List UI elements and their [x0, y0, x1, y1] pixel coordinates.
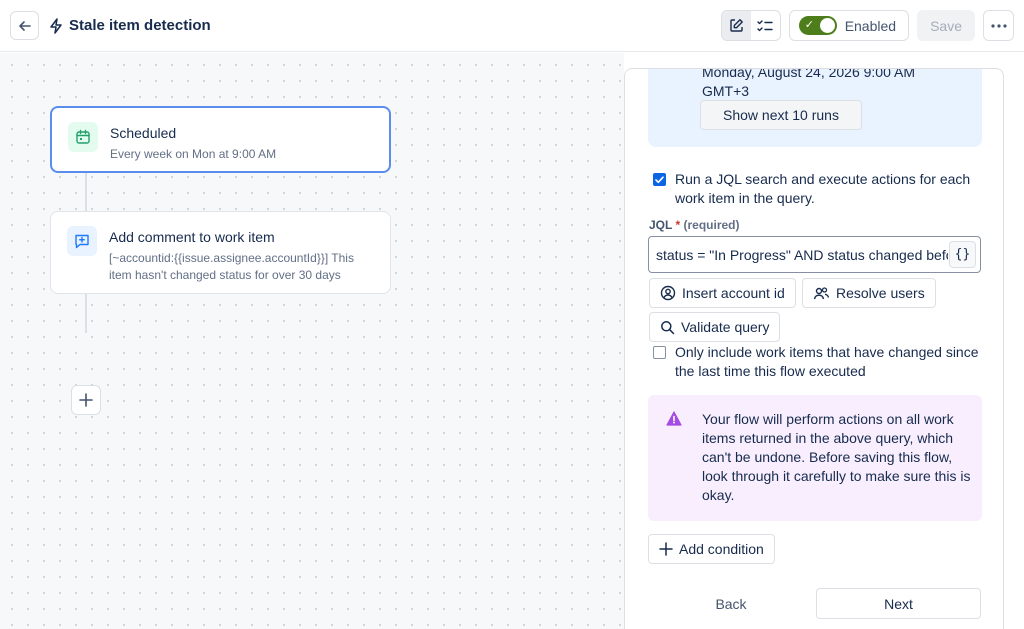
- changed-only-checkbox-row[interactable]: Only include work items that have change…: [653, 343, 980, 381]
- resolve-users-label: Resolve users: [836, 285, 925, 301]
- jql-label-text: JQL: [649, 218, 673, 232]
- add-step-button[interactable]: [71, 385, 101, 415]
- jql-input-value[interactable]: status = "In Progress" AND status change…: [656, 247, 948, 263]
- connector-line: [85, 293, 87, 333]
- checklist-icon: [757, 19, 773, 31]
- node-title: Add comment to work item: [109, 229, 275, 245]
- braces-icon: {}: [954, 247, 971, 262]
- warning-text: Your flow will perform actions on all wo…: [702, 411, 971, 503]
- smart-value-button[interactable]: {}: [949, 241, 976, 268]
- next-run-timezone: GMT+3: [702, 83, 750, 99]
- flow-node-action[interactable]: Add comment to work item [~accountid:{{i…: [50, 211, 391, 294]
- comment-add-icon: [75, 234, 89, 249]
- back-step-button[interactable]: Back: [649, 589, 813, 619]
- edit-icon: [729, 19, 743, 32]
- required-star: *: [675, 218, 681, 232]
- jql-search-checkbox-label: Run a JQL search and execute actions for…: [675, 171, 971, 206]
- schedule-preview-text: Monday, August 24, 2026 9:00 AM GMT+3: [702, 68, 916, 101]
- jql-search-checkbox-row[interactable]: Run a JQL search and execute actions for…: [653, 170, 980, 208]
- add-condition-label: Add condition: [679, 541, 764, 557]
- user-circle-icon: [660, 285, 676, 301]
- schedule-preview: Monday, August 24, 2026 9:00 AM GMT+3 Sh…: [648, 68, 982, 147]
- show-next-runs-button[interactable]: Show next 10 runs: [700, 100, 862, 130]
- insert-account-id-button[interactable]: Insert account id: [649, 278, 796, 308]
- calendar-icon: [76, 129, 90, 144]
- changed-only-checkbox[interactable]: [653, 346, 666, 359]
- edit-view-button[interactable]: [721, 11, 751, 40]
- users-icon: [813, 286, 830, 299]
- more-horizontal-icon: [990, 23, 1007, 28]
- lightning-icon: [50, 17, 62, 34]
- warning-icon: [666, 411, 682, 426]
- node-subtitle: Every week on Mon at 9:00 AM: [110, 147, 277, 161]
- search-icon: [661, 320, 675, 334]
- next-step-button[interactable]: Next: [816, 588, 981, 619]
- insert-account-id-label: Insert account id: [682, 285, 785, 301]
- top-bar: Stale item detection ✓ Enabled Save: [0, 0, 1024, 52]
- title-area: Stale item detection: [49, 17, 211, 34]
- resolve-users-button[interactable]: Resolve users: [802, 278, 936, 308]
- more-options-button[interactable]: [983, 10, 1014, 41]
- jql-field-label: JQL * (required): [649, 218, 740, 232]
- node-subtitle: [~accountid:{{issue.assignee.accountId}}…: [109, 251, 354, 282]
- validate-query-label: Validate query: [681, 319, 770, 335]
- page-title: Stale item detection: [69, 17, 211, 34]
- required-text: (required): [683, 218, 740, 232]
- config-panel: Monday, August 24, 2026 9:00 AM GMT+3 Sh…: [624, 68, 1004, 629]
- toggle-switch[interactable]: ✓: [798, 16, 837, 35]
- checklist-view-button[interactable]: [751, 11, 780, 40]
- arrow-left-icon: [18, 20, 31, 31]
- save-button[interactable]: Save: [917, 10, 975, 41]
- changed-only-checkbox-label: Only include work items that have change…: [675, 344, 979, 379]
- node-icon-box: [68, 122, 98, 152]
- flow-node-trigger[interactable]: Scheduled Every week on Mon at 9:00 AM: [50, 106, 391, 173]
- plus-icon: [659, 542, 673, 556]
- add-condition-button[interactable]: Add condition: [648, 534, 775, 564]
- node-title: Scheduled: [110, 125, 177, 141]
- node-icon-box: [67, 226, 97, 256]
- view-toggle: [720, 10, 781, 41]
- warning-banner: Your flow will perform actions on all wo…: [648, 395, 982, 521]
- connector-line: [85, 173, 87, 211]
- jql-input[interactable]: status = "In Progress" AND status change…: [648, 236, 981, 273]
- check-icon: ✓: [804, 19, 814, 31]
- jql-search-checkbox[interactable]: [653, 173, 666, 186]
- back-button[interactable]: [10, 11, 39, 40]
- enabled-toggle[interactable]: ✓ Enabled: [788, 10, 910, 41]
- check-icon: [655, 175, 664, 183]
- next-run-date: Monday, August 24, 2026 9:00 AM: [702, 68, 916, 80]
- enabled-label: Enabled: [844, 17, 897, 34]
- plus-icon: [79, 393, 93, 407]
- validate-query-button[interactable]: Validate query: [649, 312, 781, 342]
- flow-canvas[interactable]: Scheduled Every week on Mon at 9:00 AM A…: [0, 53, 624, 629]
